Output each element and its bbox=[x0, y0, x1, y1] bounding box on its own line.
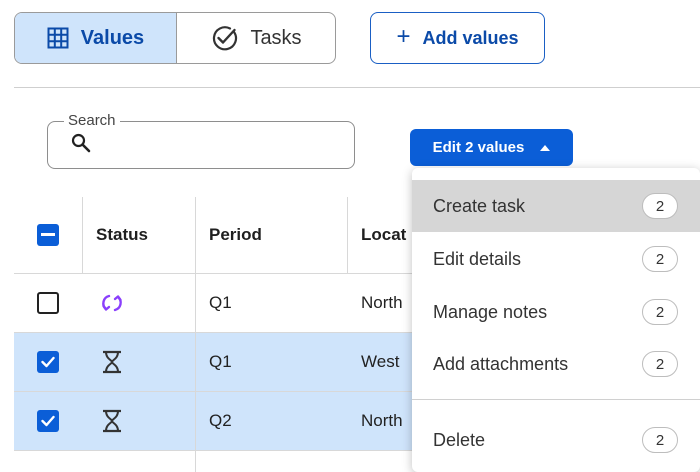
add-values-button[interactable]: + Add values bbox=[370, 12, 545, 64]
check-circle-icon bbox=[213, 26, 238, 51]
values-tab[interactable]: Values bbox=[15, 13, 177, 63]
edit-values-label: Edit 2 values bbox=[432, 139, 525, 156]
row-checkbox[interactable] bbox=[37, 292, 59, 314]
count-badge: 2 bbox=[642, 351, 678, 377]
values-tab-label: Values bbox=[80, 26, 145, 49]
row-checkbox[interactable] bbox=[37, 351, 59, 373]
hourglass-icon bbox=[103, 409, 121, 433]
row-location: West bbox=[361, 352, 400, 371]
search-icon bbox=[71, 133, 91, 153]
header-status[interactable]: Status bbox=[96, 197, 148, 273]
menu-item-label: Manage notes bbox=[433, 301, 548, 322]
tasks-tab[interactable]: Tasks bbox=[177, 13, 335, 63]
divider bbox=[14, 87, 700, 88]
column-divider bbox=[195, 197, 196, 472]
row-period: Q1 bbox=[209, 293, 232, 312]
tasks-tab-label: Tasks bbox=[250, 26, 302, 49]
select-all-checkbox[interactable] bbox=[37, 224, 59, 246]
edit-values-menu: Create task 2 Edit details 2 Manage note… bbox=[412, 168, 700, 472]
header-period[interactable]: Period bbox=[209, 197, 262, 273]
count-badge: 2 bbox=[642, 193, 678, 219]
menu-item-label: Edit details bbox=[433, 248, 522, 269]
row-period: Q2 bbox=[209, 411, 232, 430]
menu-item-manage-notes[interactable]: Manage notes 2 bbox=[412, 286, 700, 338]
caret-up-icon bbox=[540, 144, 551, 151]
count-badge: 2 bbox=[642, 427, 678, 453]
menu-item-label: Add attachments bbox=[433, 353, 569, 374]
menu-item-edit-details[interactable]: Edit details 2 bbox=[412, 233, 700, 285]
menu-item-create-task[interactable]: Create task 2 bbox=[412, 180, 700, 232]
row-checkbox[interactable] bbox=[37, 410, 59, 432]
row-location: North bbox=[361, 411, 403, 430]
menu-item-add-attachments[interactable]: Add attachments 2 bbox=[412, 338, 700, 390]
checkmark-icon bbox=[41, 415, 55, 427]
sync-icon bbox=[102, 294, 122, 312]
header-location[interactable]: Locat bbox=[361, 197, 406, 273]
menu-item-label: Create task bbox=[433, 195, 526, 216]
menu-item-delete[interactable]: Delete 2 bbox=[412, 414, 700, 466]
count-badge: 2 bbox=[642, 246, 678, 272]
hourglass-icon bbox=[103, 350, 121, 374]
grid-icon bbox=[47, 27, 69, 49]
column-divider bbox=[82, 197, 83, 274]
minus-icon bbox=[41, 233, 55, 236]
count-badge: 2 bbox=[642, 299, 678, 325]
search-label: Search bbox=[64, 112, 120, 129]
add-values-label: Add values bbox=[422, 27, 519, 48]
menu-divider bbox=[412, 399, 700, 400]
column-divider bbox=[347, 197, 348, 274]
menu-item-label: Delete bbox=[433, 429, 486, 450]
view-toggle: Values Tasks bbox=[14, 12, 336, 64]
row-location: North bbox=[361, 293, 403, 312]
edit-values-button[interactable]: Edit 2 values bbox=[410, 129, 573, 166]
row-period: Q1 bbox=[209, 352, 232, 371]
checkmark-icon bbox=[41, 356, 55, 368]
plus-icon: + bbox=[396, 23, 411, 50]
